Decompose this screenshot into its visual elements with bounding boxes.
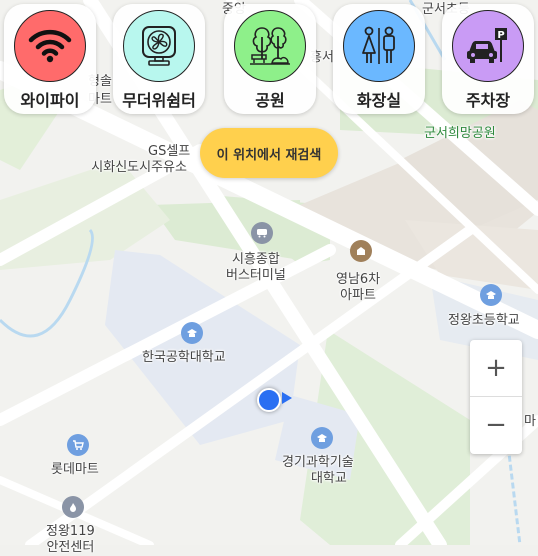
category-restroom-circle (343, 10, 415, 82)
zoom-in-icon: + (485, 353, 507, 383)
svg-text:P: P (497, 30, 504, 41)
zoom-control: + − (470, 340, 522, 454)
label-university: 한국공학대학교 (142, 350, 226, 365)
fan-icon (142, 26, 176, 66)
label-fire-station: 정왕119 안전센터 (46, 524, 95, 556)
category-park-circle (234, 10, 306, 82)
category-park-label: 공원 (255, 91, 285, 110)
park-icon (250, 27, 290, 65)
label-fire-station-line2: 안전센터 (46, 540, 95, 555)
category-wifi-button[interactable]: 와이파이 (4, 4, 96, 114)
category-cooling-shelter-label: 무더위쉼터 (122, 91, 196, 110)
university-icon[interactable] (181, 322, 203, 344)
heading-arrow-icon (282, 392, 292, 404)
label-park: 군서희망공원 (424, 126, 496, 141)
zoom-in-button[interactable]: + (470, 340, 522, 396)
restroom-icon (362, 26, 395, 64)
label-apartment: 영남6차 아파트 (336, 272, 380, 304)
label-college-line1: 경기과학기술 (282, 455, 354, 470)
search-this-area-label: 이 위치에서 재검색 (216, 147, 322, 163)
label-fire-station-line1: 정왕119 (46, 524, 95, 539)
label-college-line2: 대학교 (310, 471, 347, 486)
category-parking-button[interactable]: P 주차장 (442, 4, 534, 114)
category-wifi-circle (14, 10, 86, 82)
category-cooling-shelter-button[interactable]: 무더위쉼터 (113, 4, 205, 114)
mart-icon[interactable] (67, 434, 89, 456)
bus-terminal-icon[interactable] (251, 222, 273, 244)
label-apartment-line1: 영남6차 (336, 272, 381, 287)
current-location-marker (257, 388, 281, 412)
category-parking-label: 주차장 (465, 91, 511, 110)
label-gas-station-line1: GS셀프 (148, 144, 191, 159)
label-school: 정왕초등학교 (448, 313, 520, 328)
category-park-button[interactable]: 공원 (224, 4, 316, 114)
label-right-edge: 마 (524, 414, 536, 429)
category-parking-circle: P (452, 10, 524, 82)
category-restroom-button[interactable]: 화장실 (333, 4, 425, 114)
label-college: 경기과학기술 대학교 (282, 455, 354, 487)
zoom-out-icon: − (485, 410, 507, 440)
wifi-icon (28, 29, 72, 63)
label-bus-terminal-line2: 버스터미널 (226, 268, 286, 283)
label-bus-terminal-line1: 시흥종합 (231, 252, 280, 267)
label-bus-terminal: 시흥종합 버스터미널 (226, 252, 286, 284)
search-this-area-button[interactable]: 이 위치에서 재검색 (200, 128, 338, 178)
label-gas-station-line2: 시화신도시주유소 (91, 160, 187, 175)
apartment-icon[interactable] (350, 240, 372, 262)
category-wifi-label: 와이파이 (20, 91, 80, 110)
label-gas-station: GS셀프 시화신도시주유소 (88, 144, 190, 176)
category-cooling-shelter-circle (123, 10, 195, 82)
category-restroom-label: 화장실 (356, 91, 402, 110)
college-icon[interactable] (311, 427, 333, 449)
fire-station-icon[interactable] (62, 496, 84, 518)
school-icon[interactable] (480, 284, 502, 306)
label-apartment-line2: 아파트 (340, 288, 377, 303)
parking-icon: P (467, 28, 507, 63)
label-mart: 롯데마트 (51, 462, 99, 477)
zoom-out-button[interactable]: − (470, 397, 522, 453)
